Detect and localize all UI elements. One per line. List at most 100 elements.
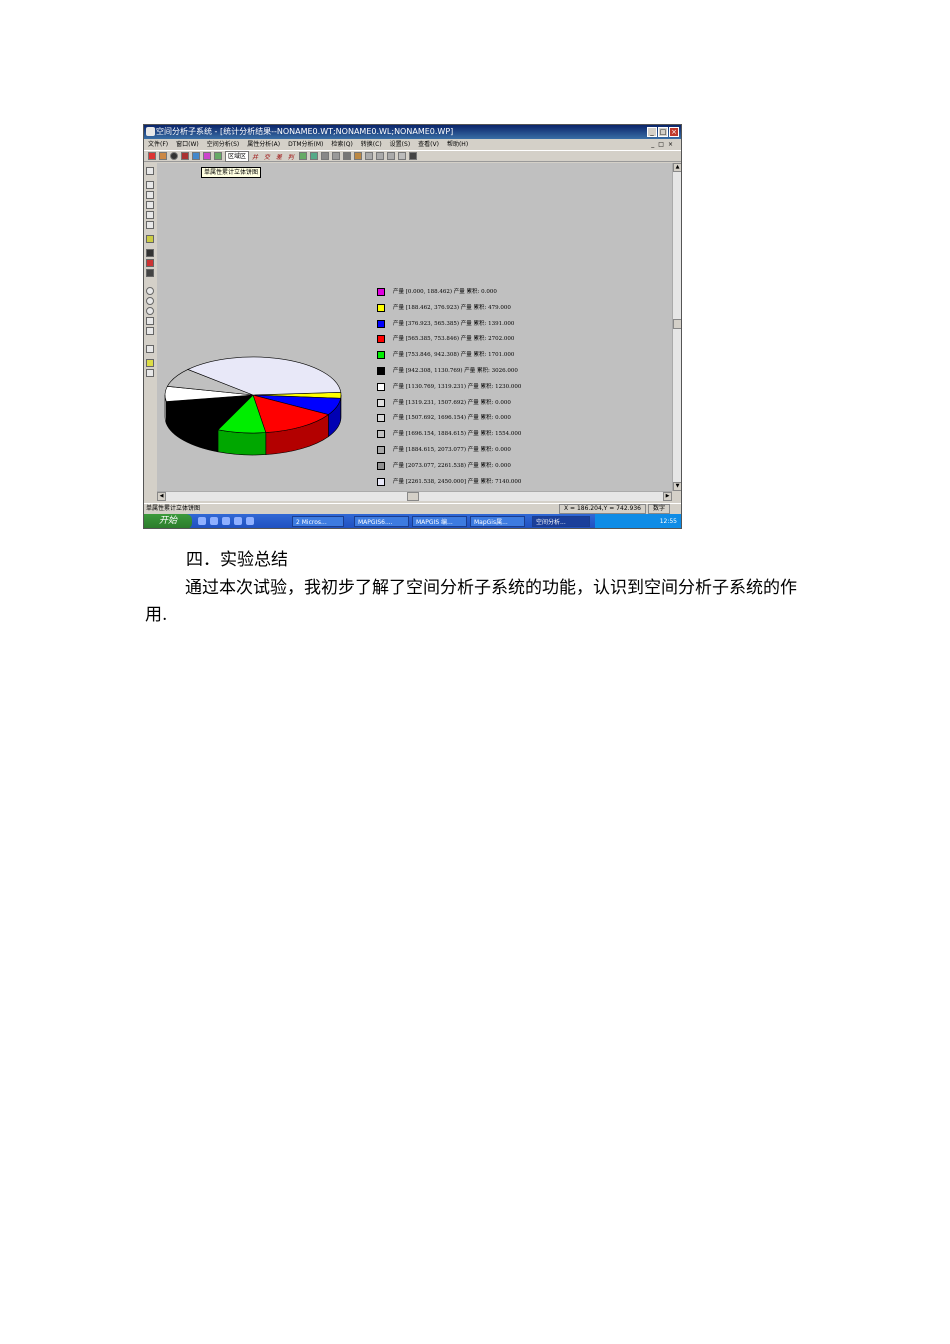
status-text: 单属性累计立体饼图 [146,505,201,512]
menu-convert[interactable]: 转换(C) [361,139,382,150]
bar-chart-icon[interactable] [148,152,156,160]
pie-chart-icon[interactable] [170,152,178,160]
legend-label: 产量 [942.308, 1130.769) 产量 累积: 3026.000 [393,368,518,374]
start-button[interactable]: 开始 [144,514,192,528]
pan-icon[interactable] [146,317,154,325]
layer-icon[interactable] [353,152,362,160]
legend-swatch [377,414,385,423]
open-icon[interactable] [146,211,154,219]
menu-attribute-analysis[interactable]: 属性分析(A) [247,139,280,150]
help-pointer-icon[interactable] [146,369,154,377]
save-as-icon[interactable] [146,259,154,267]
input-mode: 数字 [648,504,671,514]
line-chart-icon[interactable] [214,152,222,160]
overlay-tools[interactable]: 并 交 差 判 [252,152,296,161]
menu-bar: 文件(F) 窗口(W) 空间分析(S) 属性分析(A) DTM分析(M) 检索(… [144,139,681,150]
region-combo[interactable]: 区域区 [225,150,250,162]
horizontal-scrollbar[interactable]: ◀ ▶ [157,491,672,501]
menu-file[interactable]: 文件(F) [148,139,168,150]
scroll-up-arrow[interactable]: ▲ [673,163,681,172]
chart-canvas: 单属性累计立体饼图 产量 [0.000, 188.462) 产量 累积: 0.0… [157,163,672,491]
paste-icon[interactable] [386,152,395,160]
open-icon[interactable] [146,181,154,189]
section-heading: 四．实验总结 [186,550,288,570]
3d-pie-chart-icon[interactable] [181,152,189,160]
new-icon[interactable] [146,167,154,175]
info-icon[interactable] [146,359,154,367]
app-icon [146,127,155,136]
mdi-window-controls[interactable]: _□× [651,139,677,150]
copy-icon[interactable] [375,152,384,160]
app-icon[interactable] [246,517,254,525]
status-bar: 单属性累计立体饼图 X = 186.204,Y = 742.936 数字 [144,503,681,514]
scroll-thumb[interactable] [673,319,681,329]
app-icon[interactable] [222,517,230,525]
coordinate-readout: X = 186.204,Y = 742.936 [559,504,646,514]
legend-label: 产量 [2261.538, 2450.000] 产量 累积: 7140.000 [393,478,522,485]
pan-tool-icon[interactable] [320,152,329,160]
menu-settings[interactable]: 设置(S) [390,139,411,150]
taskbar-item[interactable]: MapGis属... [470,516,525,527]
eraser-icon[interactable] [146,327,154,335]
legend-swatch [377,382,385,391]
save-all-icon[interactable] [146,269,154,277]
scroll-right-arrow[interactable]: ▶ [663,492,672,501]
zoom-in-icon[interactable] [146,287,154,295]
save-icon[interactable] [146,249,154,257]
legend-swatch [377,319,385,328]
menu-help[interactable]: 帮助(H) [447,139,468,150]
select-tool-icon[interactable] [331,152,340,160]
legend-label: 产量 [1130.769, 1319.231) 产量 累积: 1230.000 [393,383,522,390]
window-title: 空间分析子系统 - [统计分析结果--NONAME0.WT;NONAME0.WL… [156,127,454,136]
app-screenshot: 空间分析子系统 - [统计分析结果--NONAME0.WT;NONAME0.WL… [143,124,682,529]
scroll-down-arrow[interactable]: ▼ [673,482,681,491]
legend-label: 产量 [1884.615, 2073.077) 产量 累积: 0.000 [393,447,511,453]
legend-swatch [377,461,385,470]
open-icon[interactable] [146,201,154,209]
print-icon[interactable] [364,152,373,160]
edit-icon[interactable] [146,235,154,243]
map-tool-icon[interactable] [309,152,318,160]
taskbar-item-active[interactable]: 空间分析... [532,516,590,527]
maximize-button[interactable]: □ [658,127,668,137]
scroll-left-arrow[interactable]: ◀ [157,492,166,501]
summary-paragraph: 通过本次试验，我初步了解了空间分析子系统的功能，认识到空间分析子系统的作用. [145,578,797,625]
close-button[interactable]: × [669,127,679,137]
minimize-button[interactable]: _ [647,127,657,137]
undo-icon[interactable] [397,152,406,160]
taskbar-item[interactable]: MAPGIS6.... [354,516,409,527]
stacked-bar-icon[interactable] [192,152,200,160]
legend-swatch [377,351,385,360]
left-toolbar [144,163,156,493]
open-icon[interactable] [146,191,154,199]
app-icon[interactable] [234,517,242,525]
zoom-tool-icon[interactable] [298,152,307,160]
taskbar-item[interactable]: 2 Micros... [292,516,344,527]
binoculars-icon[interactable] [408,152,417,160]
column-chart-icon[interactable] [159,152,167,160]
pie-slice-side [217,429,267,456]
title-bar: 空间分析子系统 - [统计分析结果--NONAME0.WT;NONAME0.WL… [144,125,681,139]
menu-dtm-analysis[interactable]: DTM分析(M) [288,139,323,150]
histogram-icon[interactable] [203,152,211,160]
vertical-scrollbar[interactable]: ▲ ▼ [672,163,681,491]
refresh-icon[interactable] [342,152,351,160]
desktop-icon[interactable] [198,517,206,525]
menu-query[interactable]: 检索(Q) [331,139,352,150]
browser-icon[interactable] [210,517,218,525]
display-icon[interactable] [146,345,154,353]
zoom-window-icon[interactable] [146,307,154,315]
legend-swatch [377,446,385,454]
menu-window[interactable]: 窗口(W) [176,139,199,150]
open-icon[interactable] [146,221,154,229]
legend-swatch [377,367,385,375]
legend-swatch [377,430,385,439]
zoom-out-icon[interactable] [146,297,154,305]
system-tray: 12:55 [595,514,681,528]
taskbar-item[interactable]: MAPGIS 编... [412,516,467,527]
scroll-thumb[interactable] [407,492,419,501]
quick-launch [198,517,278,526]
legend-swatch [377,303,385,312]
menu-view[interactable]: 查看(V) [418,139,439,150]
menu-spatial-analysis[interactable]: 空间分析(S) [207,139,240,150]
